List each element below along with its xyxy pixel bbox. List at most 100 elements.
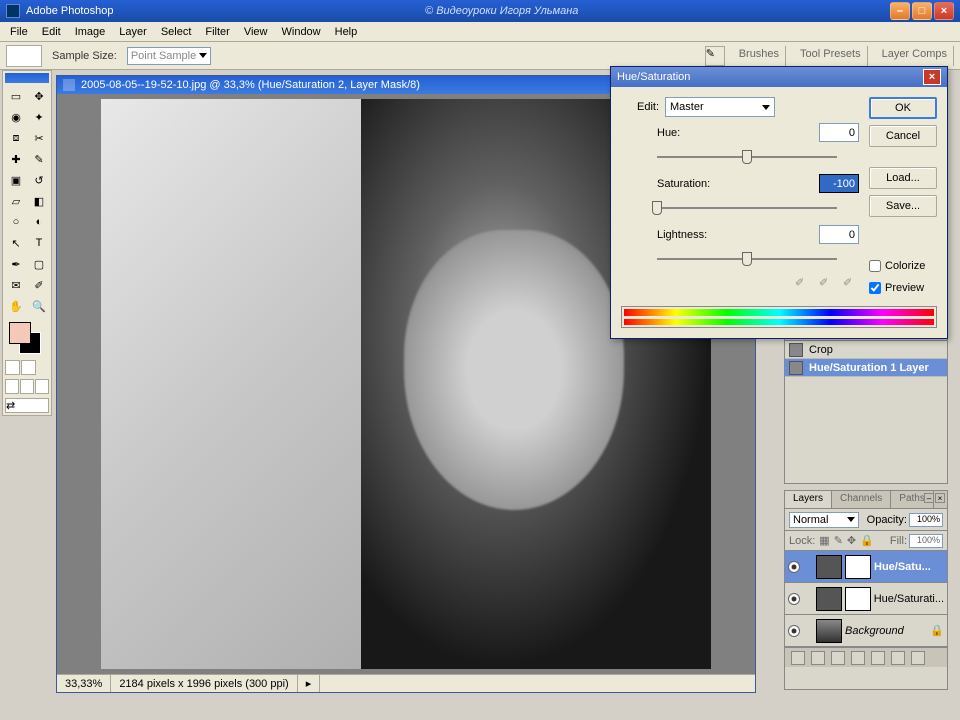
edit-dropdown[interactable]: Master (665, 97, 775, 117)
eyedropper-tool[interactable]: ✐ (28, 275, 50, 295)
hand-tool[interactable]: ✋ (5, 296, 27, 316)
layer-row-2[interactable]: Hue/Saturati... (785, 583, 947, 615)
maximize-button[interactable]: □ (912, 2, 932, 20)
gradient-tool[interactable]: ◧ (28, 191, 50, 211)
ok-button[interactable]: OK (869, 97, 937, 119)
standard-mode-button[interactable] (5, 360, 20, 375)
toolbox-drag-handle[interactable] (5, 73, 49, 83)
lock-all-icon[interactable]: 🔒 (860, 534, 874, 547)
marquee-tool[interactable]: ▭ (5, 86, 27, 106)
cancel-button[interactable]: Cancel (869, 125, 937, 147)
dialog-close-button[interactable]: × (923, 69, 941, 85)
lock-pixels-icon[interactable]: ✎ (834, 534, 843, 547)
load-button[interactable]: Load... (869, 167, 937, 189)
colorize-checkbox[interactable]: Colorize (869, 260, 937, 272)
tab-brushes[interactable]: Brushes (733, 46, 786, 66)
zoom-tool[interactable]: 🔍 (28, 296, 50, 316)
layer-thumbnail[interactable] (816, 619, 842, 643)
dodge-tool[interactable]: ◐ (28, 212, 50, 232)
mask-thumbnail[interactable] (845, 587, 871, 611)
eyedropper-icon[interactable]: ✐ (795, 276, 811, 292)
colorize-input[interactable] (869, 260, 881, 272)
blur-tool[interactable]: ○ (5, 212, 27, 232)
screen-mode-3[interactable] (35, 379, 49, 394)
layer-row-background[interactable]: Background 🔒 (785, 615, 947, 647)
new-group-icon[interactable] (871, 651, 885, 665)
lightness-input[interactable] (819, 225, 859, 244)
document-info[interactable]: 2184 pixels x 1996 pixels (300 ppi) (111, 675, 297, 692)
statusbar-menu[interactable]: ▸ (298, 675, 321, 692)
visibility-icon[interactable] (788, 561, 800, 573)
spectrum-bars[interactable] (621, 306, 937, 328)
save-button[interactable]: Save... (869, 195, 937, 217)
layer-row-1[interactable]: Hue/Satu... (785, 551, 947, 583)
eyedropper-add-icon[interactable]: ✐ (819, 276, 835, 292)
jump-to-imageready[interactable]: ⇄ (5, 398, 49, 413)
panel-close[interactable]: × (935, 493, 945, 503)
lasso-tool[interactable]: ◉ (5, 107, 27, 127)
quickmask-mode-button[interactable] (21, 360, 36, 375)
visibility-icon[interactable] (788, 625, 800, 637)
stamp-tool[interactable]: ▣ (5, 170, 27, 190)
mask-thumbnail[interactable] (845, 555, 871, 579)
wand-tool[interactable]: ✦ (28, 107, 50, 127)
history-brush-tool[interactable]: ↺ (28, 170, 50, 190)
history-item-crop[interactable]: Crop (785, 341, 947, 359)
move-tool[interactable]: ✥ (28, 86, 50, 106)
menu-filter[interactable]: Filter (199, 24, 235, 40)
screen-mode-2[interactable] (20, 379, 34, 394)
menu-edit[interactable]: Edit (36, 24, 67, 40)
minimize-button[interactable]: – (890, 2, 910, 20)
eyedropper-subtract-icon[interactable]: ✐ (843, 276, 859, 292)
foreground-color[interactable] (9, 322, 31, 344)
hue-input[interactable] (819, 123, 859, 142)
crop-tool[interactable]: ⧈ (5, 128, 27, 148)
path-tool[interactable]: ↖ (5, 233, 27, 253)
layer-thumbnail[interactable] (816, 587, 842, 611)
hue-slider[interactable] (657, 148, 837, 166)
menu-window[interactable]: Window (276, 24, 327, 40)
menu-view[interactable]: View (238, 24, 274, 40)
lightness-slider[interactable] (657, 250, 837, 268)
blend-mode-dropdown[interactable]: Normal (789, 512, 859, 528)
layer-mask-icon[interactable] (831, 651, 845, 665)
layer-thumbnail[interactable] (816, 555, 842, 579)
panel-minimize[interactable]: – (924, 493, 934, 503)
preview-checkbox[interactable]: Preview (869, 282, 937, 294)
menu-image[interactable]: Image (69, 24, 112, 40)
current-tool-preview[interactable] (6, 45, 42, 67)
shape-tool[interactable]: ▢ (28, 254, 50, 274)
close-button[interactable]: × (934, 2, 954, 20)
tab-layer-comps[interactable]: Layer Comps (876, 46, 954, 66)
delete-layer-icon[interactable] (911, 651, 925, 665)
type-tool[interactable]: T (28, 233, 50, 253)
lock-position-icon[interactable]: ✥ (847, 534, 856, 547)
layer-name[interactable]: Hue/Satu... (874, 561, 931, 573)
brush-tool[interactable]: ✎ (28, 149, 50, 169)
color-swatches[interactable] (5, 322, 49, 356)
new-adjustment-icon[interactable] (851, 651, 865, 665)
sample-size-dropdown[interactable]: Point Sample (127, 47, 211, 65)
eraser-tool[interactable]: ▱ (5, 191, 27, 211)
preview-input[interactable] (869, 282, 881, 294)
saturation-slider[interactable] (657, 199, 837, 217)
palette-well-icon[interactable]: ✎ (705, 46, 725, 66)
fill-input[interactable]: 100% (909, 534, 943, 548)
tab-tool-presets[interactable]: Tool Presets (794, 46, 868, 66)
tab-channels[interactable]: Channels (832, 491, 891, 508)
tab-layers[interactable]: Layers (785, 491, 832, 508)
opacity-input[interactable]: 100% (909, 513, 943, 527)
menu-help[interactable]: Help (329, 24, 364, 40)
lock-transparency-icon[interactable]: ▦ (819, 534, 829, 547)
menu-file[interactable]: File (4, 24, 34, 40)
menu-select[interactable]: Select (155, 24, 198, 40)
heal-tool[interactable]: ✚ (5, 149, 27, 169)
pen-tool[interactable]: ✒ (5, 254, 27, 274)
layer-style-icon[interactable] (811, 651, 825, 665)
menu-layer[interactable]: Layer (113, 24, 153, 40)
layer-name[interactable]: Hue/Saturati... (874, 593, 944, 605)
visibility-icon[interactable] (788, 593, 800, 605)
new-layer-icon[interactable] (891, 651, 905, 665)
zoom-level[interactable]: 33,33% (57, 675, 111, 692)
layer-name[interactable]: Background (845, 625, 904, 637)
